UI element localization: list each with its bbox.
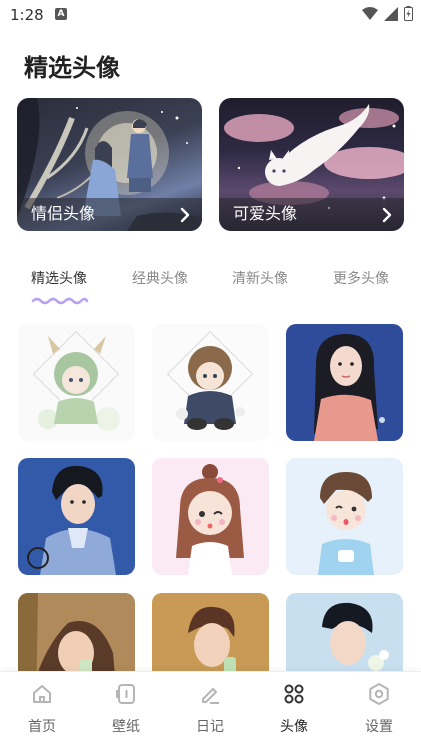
tab-more[interactable]: 更多头像 bbox=[333, 268, 389, 288]
settings-icon bbox=[369, 683, 389, 705]
card-label-couple: 情侣头像 bbox=[31, 204, 96, 223]
avatar-thumb[interactable] bbox=[152, 324, 269, 441]
tab-featured[interactable]: 精选头像 bbox=[31, 268, 87, 288]
grid-icon bbox=[284, 684, 304, 704]
edit-icon bbox=[202, 688, 219, 704]
nav-settings[interactable]: 设置 bbox=[349, 682, 409, 736]
nav-label-home: 首页 bbox=[28, 719, 56, 735]
nav-label-diary: 日记 bbox=[196, 719, 224, 735]
battery-icon bbox=[404, 6, 413, 21]
home-icon bbox=[33, 685, 51, 703]
tab-indicator bbox=[31, 297, 89, 305]
avatar-thumb[interactable] bbox=[152, 458, 269, 575]
status-time: 1:28 bbox=[10, 6, 44, 24]
chevron-right-icon bbox=[382, 207, 392, 223]
nav-label-wallpaper: 壁纸 bbox=[112, 719, 140, 735]
nav-avatar[interactable]: 头像 bbox=[264, 682, 324, 736]
app-notification-icon: A bbox=[55, 8, 67, 20]
category-card-cute[interactable]: 可爱头像 bbox=[219, 98, 404, 231]
tab-fresh[interactable]: 清新头像 bbox=[232, 268, 288, 288]
avatar-image bbox=[176, 464, 244, 575]
avatar-image bbox=[314, 334, 385, 441]
avatar-thumb[interactable] bbox=[18, 458, 135, 575]
category-card-couple[interactable]: 情侣头像 bbox=[17, 98, 202, 231]
page-title: 精选头像 bbox=[24, 54, 120, 82]
avatar-image bbox=[166, 330, 254, 430]
nav-wallpaper[interactable]: 壁纸 bbox=[96, 682, 156, 736]
avatar-thumb[interactable] bbox=[286, 324, 403, 441]
status-bar: 1:28 A bbox=[0, 0, 421, 30]
avatar-thumb[interactable] bbox=[286, 458, 403, 575]
avatar-image bbox=[32, 330, 120, 431]
nav-label-avatar: 头像 bbox=[280, 719, 308, 735]
tab-classic[interactable]: 经典头像 bbox=[132, 268, 188, 288]
nav-label-settings: 设置 bbox=[365, 719, 393, 735]
chevron-right-icon bbox=[180, 207, 190, 223]
status-icons bbox=[362, 6, 413, 21]
avatar-thumb[interactable] bbox=[18, 324, 135, 441]
avatar-image bbox=[27, 465, 116, 575]
wifi-icon bbox=[362, 6, 378, 20]
category-tabs: 精选头像 经典头像 清新头像 更多头像 bbox=[0, 268, 421, 288]
nav-diary[interactable]: 日记 bbox=[180, 682, 240, 736]
card-label-cute: 可爱头像 bbox=[233, 204, 298, 223]
signal-icon bbox=[384, 6, 398, 21]
bottom-navigation: 首页 壁纸 日记 头像 设置 bbox=[0, 671, 421, 749]
nav-home[interactable]: 首页 bbox=[12, 682, 72, 736]
wallpaper-icon bbox=[116, 684, 135, 704]
avatar-image bbox=[318, 472, 374, 575]
